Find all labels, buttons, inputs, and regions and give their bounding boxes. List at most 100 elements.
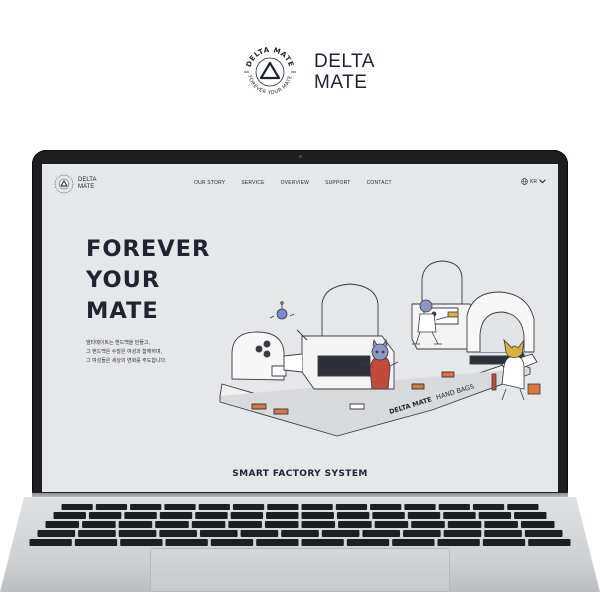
site-logo-wordmark: DELTA MATE — [78, 177, 96, 191]
laptop-lid: DELTA MATE OUR STORY SERVICE OVERVIEW SU… — [32, 150, 568, 495]
hero-title-line2: YOUR — [86, 267, 161, 293]
delta-mate-emblem-icon — [54, 174, 74, 194]
keyboard-key — [281, 530, 319, 537]
keyboard-key — [118, 521, 153, 528]
keyboard-key — [478, 512, 512, 519]
keyboard-key — [370, 504, 402, 510]
globe-icon — [521, 178, 528, 185]
nav-service[interactable]: SERVICE — [241, 180, 264, 186]
keyboard-key — [472, 504, 505, 510]
keyboard-key — [191, 521, 226, 528]
keyboard-key — [53, 512, 86, 519]
keyboard-key — [256, 539, 299, 546]
language-selector[interactable]: KR — [521, 178, 546, 185]
keyboard-key — [437, 539, 480, 546]
bag-machine-right — [421, 260, 463, 304]
hero-title-line1: FOREVER — [86, 236, 211, 262]
keyboard-key — [438, 504, 470, 510]
nav-contact[interactable]: CONTACT — [367, 180, 392, 186]
keyboard-key — [443, 512, 476, 519]
language-label: KR — [530, 178, 537, 185]
webcam — [298, 155, 302, 158]
keyboard-key — [447, 521, 482, 528]
keyboard-key — [159, 530, 197, 537]
keyboard-key — [130, 504, 162, 510]
chevron-down-icon — [539, 179, 546, 184]
keyboard-key — [230, 512, 264, 519]
keyboard-key — [336, 512, 370, 519]
keyboard-key — [321, 530, 360, 537]
section-title: SMART FACTORY SYSTEM — [232, 469, 368, 479]
keyboard-key — [507, 504, 539, 510]
bag-machine-left — [321, 283, 379, 336]
nav-our-story[interactable]: OUR STORY — [194, 180, 225, 186]
keyboard-key — [372, 512, 405, 519]
keyboard-key — [392, 539, 435, 546]
keyboard-key — [524, 530, 563, 537]
keyboard-key — [403, 530, 441, 537]
site-logo-line1: DELTA — [78, 177, 97, 183]
keyboard-key — [228, 521, 262, 528]
brand-wordmark: DELTA MATE — [314, 51, 375, 93]
keyboard-key — [155, 521, 189, 528]
hero-desc-line2: 그 핸드백은 수많은 여성과 함께하며, — [86, 349, 162, 355]
keyboard-key — [120, 539, 163, 546]
keyboard-key — [335, 504, 368, 510]
keyboard-key — [482, 539, 526, 546]
keyboard-key — [210, 539, 254, 546]
keyboard-key — [78, 530, 116, 537]
keyboard-key — [240, 530, 279, 537]
brand-header: DELTA MATE FOREVER YOUR MATE DELTA MATE — [240, 42, 375, 102]
keyboard-key — [301, 512, 334, 519]
laptop-keyboard — [29, 504, 571, 546]
keyboard-key — [37, 530, 76, 537]
keyboard-key — [301, 539, 344, 546]
keyboard-key — [443, 530, 482, 537]
hero-description: 델타메이트는 핸드백을 만들고, 그 핸드백은 수많은 여성과 함께하며, 그 … — [86, 339, 167, 366]
keyboard-key — [267, 504, 299, 510]
keyboard-key — [74, 539, 118, 546]
keyboard-key — [484, 521, 518, 528]
nav-support[interactable]: SUPPORT — [325, 180, 350, 186]
keyboard-key — [45, 521, 80, 528]
trackpad[interactable] — [150, 548, 450, 592]
keyboard-key — [118, 530, 157, 537]
hero-title-line3: MATE — [86, 298, 159, 324]
keyboard-key — [124, 512, 157, 519]
nav-overview[interactable]: OVERVIEW — [281, 180, 309, 186]
keyboard-key — [88, 512, 122, 519]
site-logo-line2: MATE — [78, 184, 95, 190]
hero-desc-line1: 델타메이트는 핸드백을 만들고, — [86, 340, 150, 346]
keyboard-key — [266, 512, 299, 519]
mockup-stage: DELTA MATE FOREVER YOUR MATE DELTA MATE — [0, 0, 600, 600]
keyboard-key — [264, 521, 299, 528]
keyboard-key — [199, 530, 238, 537]
keyboard-key — [165, 539, 208, 546]
keyboard-key — [95, 504, 128, 510]
keyboard-key — [301, 504, 333, 510]
site-logo[interactable]: DELTA MATE — [54, 174, 96, 194]
keyboard-key — [528, 539, 571, 546]
character-robot — [269, 301, 295, 320]
delta-mate-emblem-icon: DELTA MATE FOREVER YOUR MATE — [244, 46, 296, 96]
hero-title: FOREVER YOUR MATE — [86, 234, 210, 327]
keyboard-key — [29, 539, 72, 546]
keyboard-key — [195, 512, 228, 519]
laptop-screen: DELTA MATE OUR STORY SERVICE OVERVIEW SU… — [42, 164, 558, 492]
keyboard-key — [346, 539, 390, 546]
keyboard-key — [159, 512, 193, 519]
keyboard-key — [301, 521, 336, 528]
keyboard-key — [338, 521, 372, 528]
keyboard-key — [61, 504, 93, 510]
keyboard-key — [362, 530, 401, 537]
keyboard-key — [404, 504, 436, 510]
hero-desc-line3: 그 여성들은 세상의 변화를 주도합니다. — [86, 358, 167, 364]
keyboard-key — [232, 504, 265, 510]
keyboard-key — [407, 512, 441, 519]
keyboard-key — [514, 512, 547, 519]
keyboard-key — [411, 521, 445, 528]
brand-name-line2: MATE — [314, 72, 368, 93]
site-nav: OUR STORY SERVICE OVERVIEW SUPPORT CONTA… — [194, 180, 392, 186]
smart-factory-illustration: DELTA MATE HAND BAGS — [219, 260, 541, 437]
keyboard-key — [374, 521, 409, 528]
